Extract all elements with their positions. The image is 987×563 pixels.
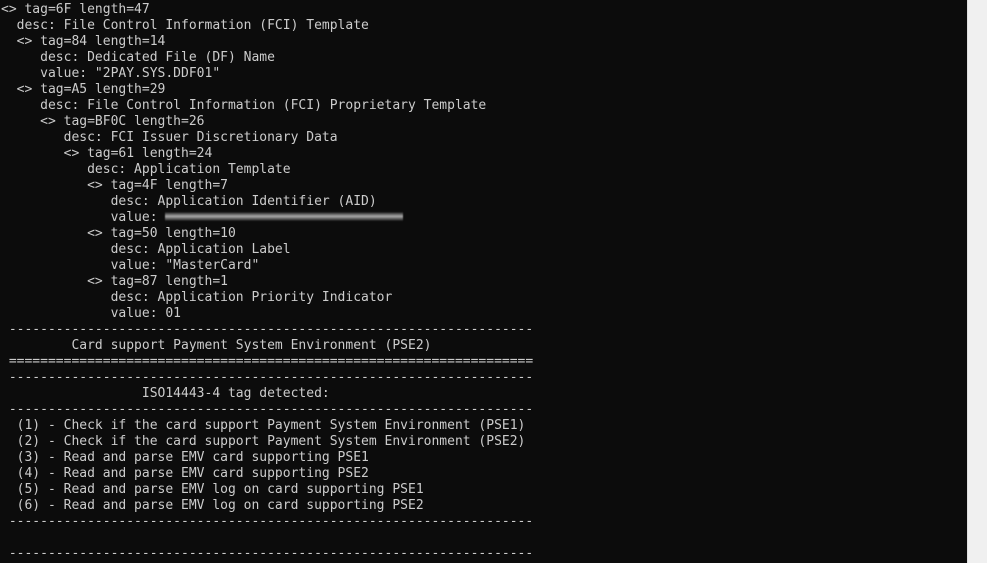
console-line: ----------------------------------------… xyxy=(1,546,967,562)
console-line: desc: File Control Information (FCI) Tem… xyxy=(1,18,967,34)
console-line: value: 01 xyxy=(1,306,967,322)
console-line: (1) - Check if the card support Payment … xyxy=(1,418,967,434)
console-line: <> tag=61 length=24 xyxy=(1,146,967,162)
console-line: <> tag=6F length=47 xyxy=(1,2,967,18)
vertical-scrollbar[interactable] xyxy=(967,0,987,563)
console-line: value: xyxy=(1,210,967,226)
console-line: desc: Application Identifier (AID) xyxy=(1,194,967,210)
console-line-text: <> tag=BF0C length=26 xyxy=(1,114,205,129)
console-line: ----------------------------------------… xyxy=(1,514,967,530)
console-line-text: value: "2PAY.SYS.DDF01" xyxy=(1,66,221,81)
console-line-text: desc: Application Priority Indicator xyxy=(1,290,393,305)
console-line: <> tag=87 length=1 xyxy=(1,274,967,290)
console-line-text: value: 01 xyxy=(1,306,182,321)
console-window: <> tag=6F length=47 desc: File Control I… xyxy=(0,0,987,563)
console-line-text: ----------------------------------------… xyxy=(1,370,534,385)
console-line: Card support Payment System Environment … xyxy=(1,338,967,354)
console-output[interactable]: <> tag=6F length=47 desc: File Control I… xyxy=(1,2,967,563)
console-line-text: desc: File Control Information (FCI) Tem… xyxy=(1,18,369,33)
console-line: desc: Dedicated File (DF) Name xyxy=(1,50,967,66)
console-line-text: ISO14443-4 tag detected: xyxy=(1,386,330,401)
console-line: desc: Application Template xyxy=(1,162,967,178)
console-line: value: "MasterCard" xyxy=(1,258,967,274)
console-line: (3) - Read and parse EMV card supporting… xyxy=(1,450,967,466)
console-line: (5) - Read and parse EMV log on card sup… xyxy=(1,482,967,498)
console-line: <> tag=A5 length=29 xyxy=(1,82,967,98)
console-line-text: <> tag=84 length=14 xyxy=(1,34,166,49)
console-line-text: (2) - Check if the card support Payment … xyxy=(1,434,526,449)
console-line-text: (4) - Read and parse EMV card supporting… xyxy=(1,466,369,481)
console-line-text: <> tag=87 length=1 xyxy=(1,274,228,289)
console-line: desc: Application Label xyxy=(1,242,967,258)
console-line: ISO14443-4 tag detected: xyxy=(1,386,967,402)
console-line-text: ========================================… xyxy=(1,354,534,369)
console-line-text: ----------------------------------------… xyxy=(1,402,534,417)
console-line-text: <> tag=61 length=24 xyxy=(1,146,213,161)
console-line: <> tag=4F length=7 xyxy=(1,178,967,194)
console-line-text: desc: FCI Issuer Discretionary Data xyxy=(1,130,338,145)
console-line-text: desc: Application Label xyxy=(1,242,291,257)
console-line: desc: Application Priority Indicator xyxy=(1,290,967,306)
console-line: (2) - Check if the card support Payment … xyxy=(1,434,967,450)
console-line-text: (3) - Read and parse EMV card supporting… xyxy=(1,450,369,465)
console-line: desc: File Control Information (FCI) Pro… xyxy=(1,98,967,114)
console-line: value: "2PAY.SYS.DDF01" xyxy=(1,66,967,82)
console-line: ----------------------------------------… xyxy=(1,322,967,338)
console-line: <> tag=84 length=14 xyxy=(1,34,967,50)
console-line-text: <> tag=4F length=7 xyxy=(1,178,228,193)
console-line-text: ----------------------------------------… xyxy=(1,514,534,529)
console-line: desc: FCI Issuer Discretionary Data xyxy=(1,130,967,146)
console-line-text: Card support Payment System Environment … xyxy=(1,338,432,353)
console-line-text: desc: File Control Information (FCI) Pro… xyxy=(1,98,487,113)
console-line-text: ----------------------------------------… xyxy=(1,546,534,561)
console-line-text: (1) - Check if the card support Payment … xyxy=(1,418,526,433)
console-line-text: <> tag=50 length=10 xyxy=(1,226,236,241)
console-line-text: (5) - Read and parse EMV log on card sup… xyxy=(1,482,424,497)
console-line-text: desc: Application Identifier (AID) xyxy=(1,194,377,209)
console-line-text: (6) - Read and parse EMV log on card sup… xyxy=(1,498,424,513)
console-line-text: desc: Dedicated File (DF) Name xyxy=(1,50,275,65)
console-line-text: ----------------------------------------… xyxy=(1,322,534,337)
console-line: (4) - Read and parse EMV card supporting… xyxy=(1,466,967,482)
console-line: ----------------------------------------… xyxy=(1,402,967,418)
console-line-text: desc: Application Template xyxy=(1,162,291,177)
console-line-text: <> tag=A5 length=29 xyxy=(1,82,166,97)
redacted-value xyxy=(165,212,404,221)
console-line: ========================================… xyxy=(1,354,967,370)
console-line: ----------------------------------------… xyxy=(1,370,967,386)
console-line-text: value: "MasterCard" xyxy=(1,258,260,273)
console-line-text: value: xyxy=(1,210,166,225)
console-line: <> tag=BF0C length=26 xyxy=(1,114,967,130)
console-line: (6) - Read and parse EMV log on card sup… xyxy=(1,498,967,514)
console-line-text: <> tag=6F length=47 xyxy=(1,2,150,17)
console-line: <> tag=50 length=10 xyxy=(1,226,967,242)
